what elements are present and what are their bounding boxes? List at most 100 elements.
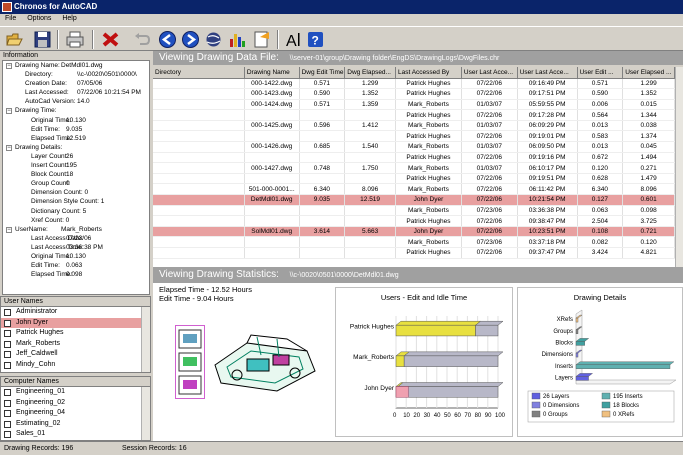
tree-collapse-toggle[interactable]: −	[6, 144, 12, 151]
grid-vertical-scrollbar[interactable]	[675, 67, 683, 267]
computer-checkbox[interactable]	[4, 389, 11, 396]
table-row[interactable]: 000-1422.dwg 0.571 1.299 Patrick Hughes 07/2…	[153, 78, 675, 90]
tree-item: Layer Count: 26	[3, 152, 149, 161]
table-row[interactable]: Patrick Hughes 07/22/06 09:38:47 PM 2.504 3.…	[153, 215, 675, 227]
table-row[interactable]: 000-1425.dwg 0.596 1.412 Mark_Roberts 01/03/…	[153, 120, 675, 132]
print-icon[interactable]	[64, 29, 85, 50]
column-header[interactable]: User Last Acce...	[461, 67, 518, 79]
computer-names-list[interactable]: Computer Names Engineering_01 Engineering…	[0, 376, 151, 441]
table-row[interactable]: 000-1424.dwg 0.571 1.359 Mark_Roberts 01/03/…	[153, 99, 675, 111]
tree-item-key: Insert Count:	[31, 162, 69, 170]
bar-chart-icon[interactable]	[227, 29, 248, 50]
table-cell: John Dyer	[395, 226, 462, 238]
user-checkbox[interactable]	[4, 319, 11, 327]
help-icon[interactable]: ?	[305, 29, 326, 50]
save-icon[interactable]	[32, 29, 53, 50]
refresh-globe-icon[interactable]	[203, 29, 224, 50]
window-title: Chronos for AutoCAD	[14, 2, 98, 11]
drawing-data-grid[interactable]: Directory Drawing Name Dwg Edit Time Dwg El…	[153, 67, 683, 267]
user-checkbox[interactable]	[4, 351, 11, 358]
menu-file[interactable]: File	[0, 14, 20, 22]
tree-item-value: 9.035	[66, 125, 83, 133]
computer-checkbox[interactable]	[4, 410, 11, 417]
open-folder-icon[interactable]	[4, 29, 25, 50]
column-header[interactable]: Dwg Edit Time	[299, 67, 346, 79]
table-row[interactable]: Mark_Roberts 07/23/06 03:36:38 PM 0.063 0.09…	[153, 205, 675, 217]
table-cell: 07/22/06	[461, 173, 518, 185]
user-list-scrollbar[interactable]	[141, 307, 150, 372]
tree-collapse-toggle[interactable]: −	[6, 108, 12, 115]
tree-collapse-toggle[interactable]: −	[6, 226, 12, 233]
table-row[interactable]: SolMdl01.dwg 3.614 5.663 John Dyer 07/22/06 1…	[153, 226, 675, 238]
column-header[interactable]: User Edit ...	[577, 67, 624, 79]
table-row[interactable]: Patrick Hughes 07/22/06 09:17:28 PM 0.564 1.…	[153, 109, 675, 121]
computer-item[interactable]: Sales_01	[1, 429, 150, 440]
x-tick-label: 30	[424, 413, 431, 419]
tree-item-value: 14.0	[77, 98, 90, 106]
table-row[interactable]: DetMdl01.dwg 9.035 12.519 John Dyer 07/22/06…	[153, 194, 675, 206]
user-item[interactable]: Mindy_Cohn	[1, 360, 150, 371]
forward-icon[interactable]	[180, 29, 201, 50]
table-cell	[153, 236, 245, 248]
report-icon[interactable]	[251, 29, 272, 50]
table-row[interactable]: 000-1423.dwg 0.590 1.352 Patrick Hughes 07/2…	[153, 88, 675, 100]
category-label: Dimensions	[542, 352, 573, 358]
table-cell: 07/23/06	[461, 236, 518, 248]
drawing-records-count: Drawing Records: 196	[4, 445, 74, 452]
computer-list-scrollbar[interactable]	[141, 387, 150, 440]
menu-options[interactable]: Options	[22, 14, 55, 22]
column-header[interactable]: Dwg Elapsed...	[344, 67, 396, 79]
tree-item: Dimension Style Count: 1	[3, 197, 149, 206]
table-row[interactable]: Mark_Roberts 07/23/06 03:37:18 PM 0.082 0.12…	[153, 236, 675, 248]
undo-icon[interactable]	[132, 29, 153, 50]
user-item[interactable]: John Dyer	[1, 317, 150, 328]
user-item[interactable]: Administrator	[1, 307, 150, 318]
computer-item[interactable]: Engineering_01	[1, 387, 150, 398]
legend-label: 0 Dimensions	[543, 403, 579, 409]
user-names-list[interactable]: User Names Administrator John Dyer Patrick…	[0, 296, 151, 373]
bar-segment-top	[403, 351, 504, 357]
computer-checkbox[interactable]	[4, 420, 11, 428]
user-checkbox[interactable]	[4, 309, 11, 316]
delete-icon[interactable]	[100, 29, 121, 50]
table-cell: 6.340	[577, 183, 624, 196]
tree-collapse-toggle[interactable]: −	[6, 63, 12, 69]
session-records-count: Session Records: 16	[122, 445, 187, 452]
table-cell: 6.340	[299, 183, 346, 196]
table-row[interactable]: 501-000-0001... 6.340 8.096 Mark_Roberts 07/…	[153, 183, 675, 196]
computer-checkbox[interactable]	[4, 431, 11, 438]
back-icon[interactable]	[157, 29, 178, 50]
table-row[interactable]: Patrick Hughes 07/22/06 09:19:16 PM 0.672 1.…	[153, 152, 675, 164]
table-cell	[153, 205, 245, 217]
user-item[interactable]: Jeff_Caldwell	[1, 349, 150, 360]
menu-help[interactable]: Help	[57, 14, 80, 22]
table-row[interactable]: Patrick Hughes 07/22/06 09:19:51 PM 0.628 1.…	[153, 173, 675, 185]
category-label: XRefs	[557, 317, 573, 323]
table-row[interactable]: Patrick Hughes 07/22/06 09:37:47 PM 3.424 4.…	[153, 247, 675, 259]
user-checkbox[interactable]	[4, 330, 11, 337]
column-header[interactable]: User Last Acce...	[517, 67, 578, 79]
computer-item[interactable]: Engineering_02	[1, 398, 150, 409]
computer-name-label: Sales_01	[16, 430, 46, 437]
font-icon[interactable]: A	[283, 29, 304, 50]
column-header[interactable]: User Elapsed ...	[622, 67, 675, 79]
table-cell: Patrick Hughes	[395, 247, 462, 259]
column-header[interactable]: Drawing Name	[244, 67, 300, 79]
computer-item[interactable]: Engineering_04	[1, 408, 150, 419]
table-row[interactable]: 000-1426.dwg 0.685 1.540 Mark_Roberts 01/03/…	[153, 141, 675, 153]
table-row[interactable]: Patrick Hughes 07/22/06 09:19:01 PM 0.583 1.…	[153, 130, 675, 143]
tree-item-key: Drawing Details:	[15, 143, 63, 151]
user-item[interactable]: Mark_Roberts	[1, 339, 150, 350]
column-header[interactable]: Directory	[153, 67, 245, 79]
computer-checkbox[interactable]	[4, 399, 11, 407]
user-item[interactable]: Patrick Hughes	[1, 328, 150, 339]
information-tree[interactable]: − Drawing Name: DetMdl01.dwg Directory: \\c-…	[2, 60, 150, 295]
column-header[interactable]: Last Accessed By	[395, 67, 462, 79]
tree-item-key: Directory:	[25, 71, 53, 79]
table-row[interactable]: 000-1427.dwg 0.748 1.750 Mark_Roberts 01/03/…	[153, 162, 675, 174]
table-cell: 01/03/07	[461, 120, 518, 132]
user-checkbox[interactable]	[4, 361, 11, 369]
user-checkbox[interactable]	[4, 340, 11, 348]
table-cell: 06:09:50 PM	[517, 141, 578, 153]
computer-item[interactable]: Estimating_02	[1, 419, 150, 430]
